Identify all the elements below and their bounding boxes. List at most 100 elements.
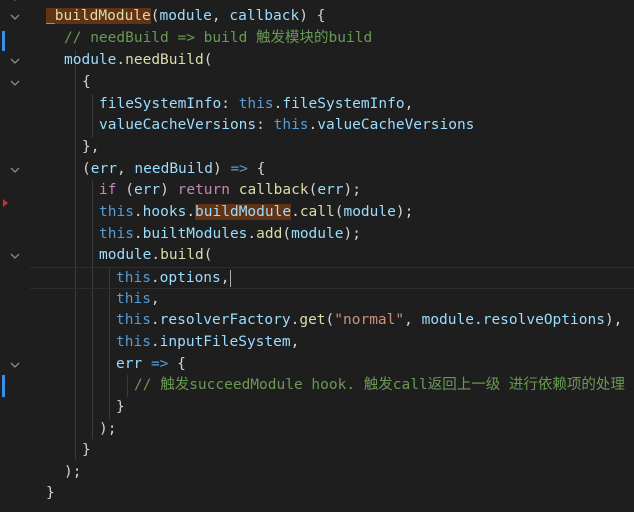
code-token: (: [150, 8, 160, 24]
code-line[interactable]: err => {: [30, 354, 634, 376]
code-token: (: [203, 52, 213, 68]
code-token: if: [99, 182, 117, 198]
code-token: hooks: [142, 204, 187, 220]
code-token: (: [282, 226, 292, 242]
code-token: callback: [229, 8, 300, 24]
breakpoint-arrow-icon[interactable]: [3, 199, 8, 207]
code-token: ,: [211, 8, 230, 24]
code-token: this: [273, 117, 309, 133]
code-token: .: [150, 334, 160, 350]
code-token: ): [160, 182, 178, 198]
code-token: module: [64, 52, 117, 68]
code-line[interactable]: this.hooks.buildModule.call(module);: [30, 202, 634, 224]
code-line[interactable]: this.resolverFactory.get("normal", modul…: [30, 310, 634, 332]
code-token: module: [99, 247, 152, 263]
code-token: needBuild: [125, 52, 204, 68]
code-token: (: [116, 182, 134, 198]
code-token: ,: [290, 334, 300, 350]
code-line[interactable]: },: [30, 137, 634, 159]
chevron-down-icon[interactable]: [9, 55, 21, 67]
code-token: needBuild: [134, 161, 213, 177]
chevron-down-icon[interactable]: [9, 359, 21, 371]
code-token: .: [133, 204, 143, 220]
code-line[interactable]: // needBuild => build 触发模块的build: [30, 28, 634, 50]
code-token: .: [151, 247, 161, 263]
chevron-down-icon[interactable]: [9, 164, 21, 176]
code-token: );: [99, 421, 117, 437]
code-area[interactable]: _buildModule(module, callback) {// needB…: [30, 0, 634, 512]
code-line[interactable]: );: [30, 419, 634, 441]
code-token: .: [116, 52, 126, 68]
code-token: module: [291, 226, 344, 242]
code-token: .: [150, 312, 160, 328]
code-token: // needBuild => build 触发模块的build: [64, 30, 373, 46]
code-line[interactable]: {: [30, 72, 634, 94]
code-token: fileSystemInfo: [282, 96, 405, 112]
code-line[interactable]: );: [30, 462, 634, 484]
code-line[interactable]: this.builtModules.add(module);: [30, 224, 634, 246]
code-token: (: [203, 247, 213, 263]
editor-gutter: [0, 0, 30, 512]
code-token: add: [256, 226, 283, 242]
code-token: .: [308, 117, 318, 133]
code-token: err: [133, 182, 161, 198]
code-token: .: [133, 226, 143, 242]
code-token: this: [99, 226, 134, 242]
code-token: {: [82, 74, 91, 90]
code-token: err: [317, 182, 344, 198]
code-token: resolverFactory: [159, 312, 291, 328]
code-line[interactable]: this.inputFileSystem,: [30, 332, 634, 354]
code-token: this: [116, 270, 151, 286]
code-token: // 触发succeedModule hook. 触发call返回上一级 进行依…: [134, 377, 625, 393]
chevron-down-icon[interactable]: [9, 77, 21, 89]
code-line[interactable]: module.build(: [30, 245, 634, 267]
code-token: ,: [116, 161, 135, 177]
code-token: valueCacheVersions: [99, 117, 257, 133]
code-token: module: [159, 8, 212, 24]
chevron-down-icon[interactable]: [9, 0, 21, 4]
chevron-down-icon[interactable]: [9, 250, 21, 262]
code-token: this: [116, 312, 151, 328]
code-line[interactable]: this,: [30, 289, 634, 311]
code-line[interactable]: (err, needBuild) => {: [30, 159, 634, 181]
code-token: call: [299, 204, 335, 220]
code-token: this: [238, 96, 274, 112]
code-token: }: [116, 399, 125, 415]
code-token: );: [343, 182, 361, 198]
code-token: err: [116, 356, 143, 372]
code-line[interactable]: module.needBuild(: [30, 50, 634, 72]
code-line-current[interactable]: this.options,: [30, 267, 634, 289]
code-line[interactable]: // 触发succeedModule hook. 触发call返回上一级 进行依…: [30, 375, 634, 397]
code-line[interactable]: fileSystemInfo: this.fileSystemInfo,: [30, 94, 634, 116]
code-token: this: [99, 204, 134, 220]
code-token: }: [46, 485, 55, 501]
code-token: );: [64, 464, 82, 480]
code-token: builtModules: [142, 226, 248, 242]
highlighted-token: _buildModule: [46, 8, 151, 24]
chevron-down-icon[interactable]: [9, 11, 21, 23]
code-token: callback: [238, 182, 309, 198]
code-token: =>: [230, 161, 248, 177]
code-token: inputFileSystem: [159, 334, 291, 350]
code-token: ),: [604, 312, 623, 328]
text-cursor: [229, 269, 231, 287]
code-editor[interactable]: _buildModule(module, callback) {// needB…: [0, 0, 634, 512]
git-modified-indicator: [2, 375, 5, 397]
code-token: (: [308, 182, 318, 198]
code-line[interactable]: }: [30, 440, 634, 462]
code-token: this: [116, 334, 151, 350]
code-line[interactable]: _buildModule(module, callback) {: [30, 6, 634, 28]
code-token: get: [299, 312, 326, 328]
code-line[interactable]: if (err) return callback(err);: [30, 180, 634, 202]
code-token: :: [256, 117, 274, 133]
code-token: this: [116, 291, 151, 307]
code-token: {: [168, 356, 186, 372]
code-token: );: [343, 226, 361, 242]
code-token: build: [160, 247, 204, 263]
code-token: err: [90, 161, 117, 177]
code-line[interactable]: }: [30, 483, 634, 505]
code-line[interactable]: valueCacheVersions: this.valueCacheVersi…: [30, 115, 634, 137]
git-modified-indicator: [2, 31, 5, 51]
code-line[interactable]: }: [30, 397, 634, 419]
